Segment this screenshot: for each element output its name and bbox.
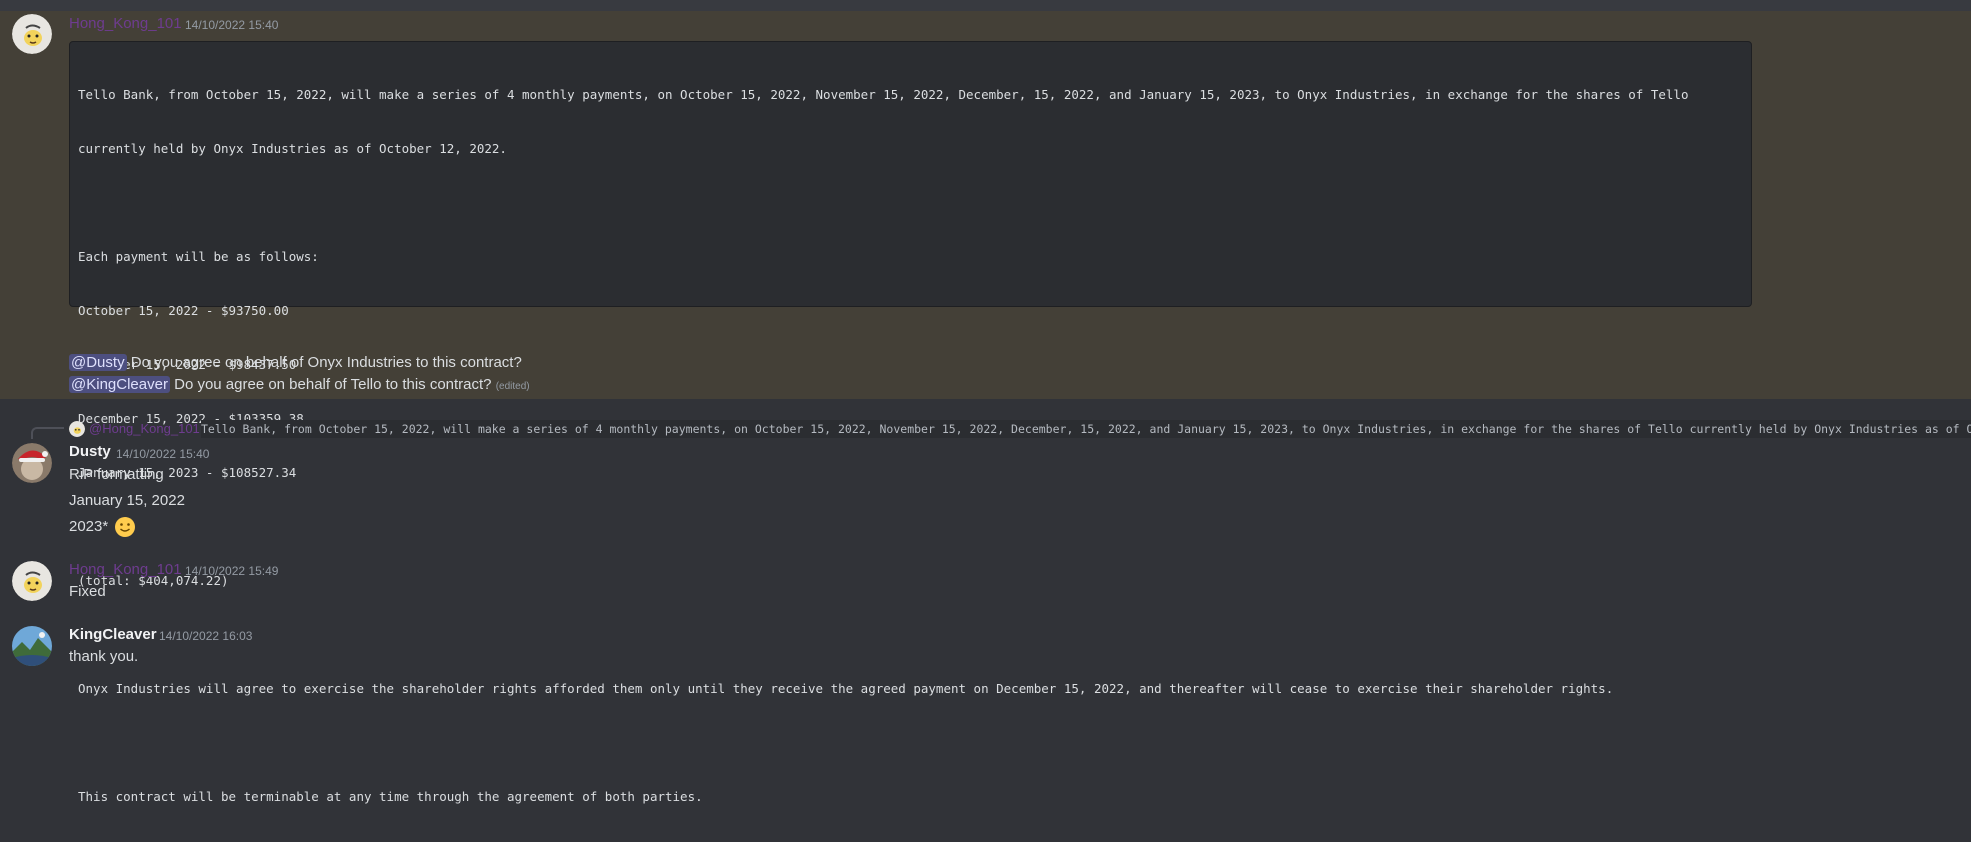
reply-avatar[interactable]	[69, 421, 85, 437]
landscape-avatar-icon	[12, 626, 52, 666]
reply-preview[interactable]: Tello Bank, from October 15, 2022, will …	[201, 420, 1971, 438]
code-line: October 15, 2022 - $93750.00	[78, 303, 289, 318]
mention-dusty[interactable]: @Dusty	[69, 354, 127, 371]
message-author[interactable]: Hong_Kong_101	[69, 15, 182, 32]
message-text: 2023*	[69, 517, 109, 535]
message-text: thank you.	[69, 648, 139, 665]
code-line: Each payment will be as follows:	[78, 249, 319, 264]
message-timestamp: 14/10/2022 16:03	[159, 629, 253, 643]
hong-kong-avatar[interactable]	[12, 561, 52, 601]
message-line: @KingCleaver Do you agree on behalf of T…	[69, 376, 530, 393]
message-text: January 15, 2022	[69, 492, 185, 509]
code-line: Tello Bank, from October 15, 2022, will …	[78, 87, 1689, 102]
message-text: Do you agree on behalf of Tello to this …	[169, 376, 496, 393]
santa-hat-avatar-icon	[12, 443, 52, 483]
code-line: Onyx Industries will agree to exercise t…	[78, 681, 1614, 696]
cartoon-face-icon	[69, 421, 85, 437]
message-text: Do you agree on behalf of Onyx Industrie…	[126, 354, 522, 371]
top-divider	[0, 0, 1971, 11]
kingcleaver-avatar[interactable]	[12, 626, 52, 666]
hong-kong-avatar[interactable]	[12, 14, 52, 54]
code-line: This contract will be terminable at any …	[78, 789, 703, 804]
mention-kingcleaver[interactable]: @KingCleaver	[69, 376, 170, 393]
reply-connector	[31, 427, 64, 439]
code-line: currently held by Onyx Industries as of …	[78, 141, 507, 156]
slightly-smiling-face-icon	[115, 517, 136, 537]
code-line: (total: $404,074.22)	[78, 573, 229, 588]
edited-label: (edited)	[495, 381, 530, 392]
reply-author[interactable]: @Hong_Kong_101	[89, 421, 200, 436]
contract-code-block: Tello Bank, from October 15, 2022, will …	[69, 41, 1752, 804]
message-author[interactable]: Dusty	[69, 443, 111, 460]
chat-message-list: Hong_Kong_101 14/10/2022 15:40 Tello Ban…	[0, 0, 1971, 804]
message-author[interactable]: Hong_Kong_101	[69, 561, 182, 578]
message-text: Fixed	[69, 583, 106, 600]
message-line: @Dusty Do you agree on behalf of Onyx In…	[69, 354, 522, 371]
code-line: January 15, 2023 - $108527.34	[78, 465, 297, 480]
message-timestamp: 14/10/2022 15:40	[185, 18, 279, 32]
cartoon-face-icon	[12, 561, 52, 601]
dusty-avatar[interactable]	[12, 443, 52, 483]
cartoon-face-icon	[12, 14, 52, 54]
message-timestamp: 14/10/2022 15:40	[116, 447, 210, 461]
message-author[interactable]: KingCleaver	[69, 626, 157, 643]
message-line: 2023*	[69, 516, 136, 538]
message-text: RiP formatting	[69, 466, 164, 483]
message-timestamp: 14/10/2022 15:49	[185, 564, 279, 578]
